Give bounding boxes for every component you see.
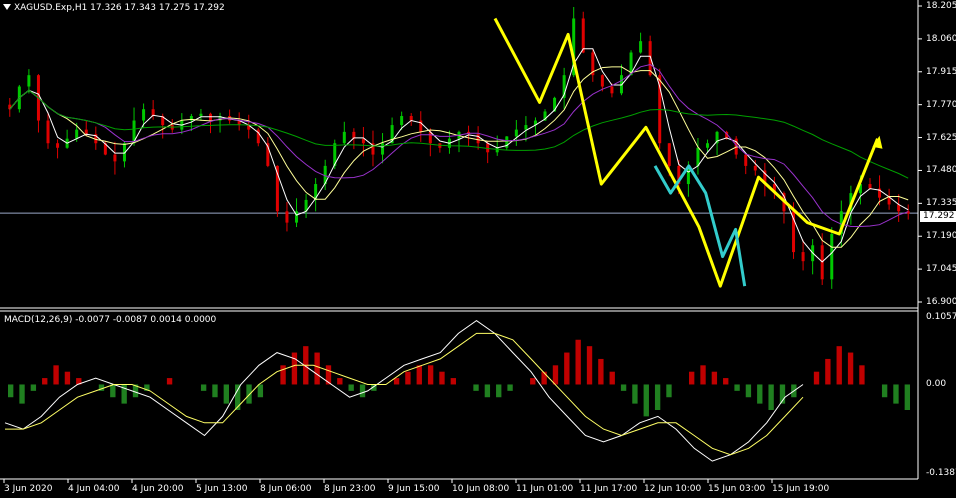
time-tick-label: 4 Jun 20:00 <box>132 484 184 494</box>
candle-body <box>46 120 50 144</box>
time-tick-label: 8 Jun 23:00 <box>324 484 376 494</box>
macd-info: MACD(12,26,9) -0.0077 -0.0087 0.0014 0.0… <box>4 315 217 325</box>
price-tick-label: 17.190 <box>926 231 956 242</box>
zigzag-arrow-head <box>872 135 883 149</box>
candle-body <box>868 184 872 189</box>
price-tick-label: 17.915 <box>926 66 956 77</box>
candle-body <box>56 143 60 148</box>
candle-body <box>476 134 480 144</box>
time-tick-label: 11 Jun 17:00 <box>580 484 638 494</box>
price-tick-label: 17.045 <box>926 264 956 275</box>
time-tick-label: 15 Jun 19:00 <box>772 484 830 494</box>
candle-body <box>113 154 117 162</box>
price-tick-label: 18.205 <box>926 1 956 11</box>
price-tick-label: 17.335 <box>926 198 956 209</box>
candle-body <box>142 109 146 121</box>
price-chart[interactable] <box>0 0 956 498</box>
candle-body <box>342 131 346 144</box>
candle-body <box>524 125 528 130</box>
price-tick-label: 17.625 <box>926 132 956 143</box>
candle-body <box>706 143 710 148</box>
time-tick-label: 12 Jun 10:00 <box>644 484 702 494</box>
candle-body <box>600 75 604 87</box>
time-tick-label: 10 Jun 08:00 <box>452 484 510 494</box>
candle-body <box>199 113 203 117</box>
candle-body <box>409 116 413 121</box>
symbol-info: XAGUSD.Exp,H1 17.326 17.343 17.275 17.29… <box>14 3 225 13</box>
macd-panel <box>4 319 911 462</box>
time-tick-label: 3 Jun 2020 <box>4 484 53 494</box>
time-tick-label: 5 Jun 13:00 <box>196 484 248 494</box>
macd-tick-label: 0.00 <box>926 379 947 390</box>
candle-body <box>27 75 31 87</box>
ma-mid-line <box>9 66 909 248</box>
candle-body <box>400 116 404 126</box>
candle-body <box>753 165 757 171</box>
candle-body <box>744 154 748 166</box>
candle-body <box>581 18 585 53</box>
candle-body <box>801 252 805 262</box>
time-tick-label: 11 Jun 01:00 <box>516 484 574 494</box>
candle-body <box>381 143 385 155</box>
candle-body <box>486 143 490 153</box>
candle-body <box>887 197 891 205</box>
candle-body <box>610 86 614 94</box>
time-tick-label: 4 Jun 04:00 <box>68 484 120 494</box>
candle-body <box>830 233 834 280</box>
zigzag-overlays <box>493 17 883 288</box>
macd-tick-label: 0.1057 <box>926 312 956 322</box>
moving-averages <box>9 48 909 263</box>
candle-body <box>285 211 289 223</box>
time-tick-label: 15 Jun 03:00 <box>708 484 766 494</box>
chart-frame <box>0 0 922 483</box>
price-tick-label: 16.900 <box>926 297 956 307</box>
price-tick-label: 18.060 <box>926 33 956 44</box>
macd-tick-label: -0.1387 <box>926 468 956 478</box>
time-tick-label: 9 Jun 15:00 <box>388 484 440 494</box>
price-tick-label: 17.770 <box>926 99 956 110</box>
candle-body <box>514 129 518 137</box>
chevron-down-icon[interactable] <box>3 4 11 10</box>
price-tick-label: 17.480 <box>926 165 956 176</box>
candle-body <box>75 129 79 139</box>
candle-body <box>696 147 700 166</box>
candle-body <box>84 129 88 135</box>
candle-body <box>667 143 671 166</box>
candle-body <box>639 41 643 53</box>
ma-fast-line <box>9 48 909 263</box>
candles <box>8 6 910 289</box>
current-price-badge: 17.292 <box>920 211 956 222</box>
zigzag-major-line <box>493 17 879 288</box>
candle-body <box>495 147 499 153</box>
time-tick-label: 8 Jun 06:00 <box>260 484 312 494</box>
